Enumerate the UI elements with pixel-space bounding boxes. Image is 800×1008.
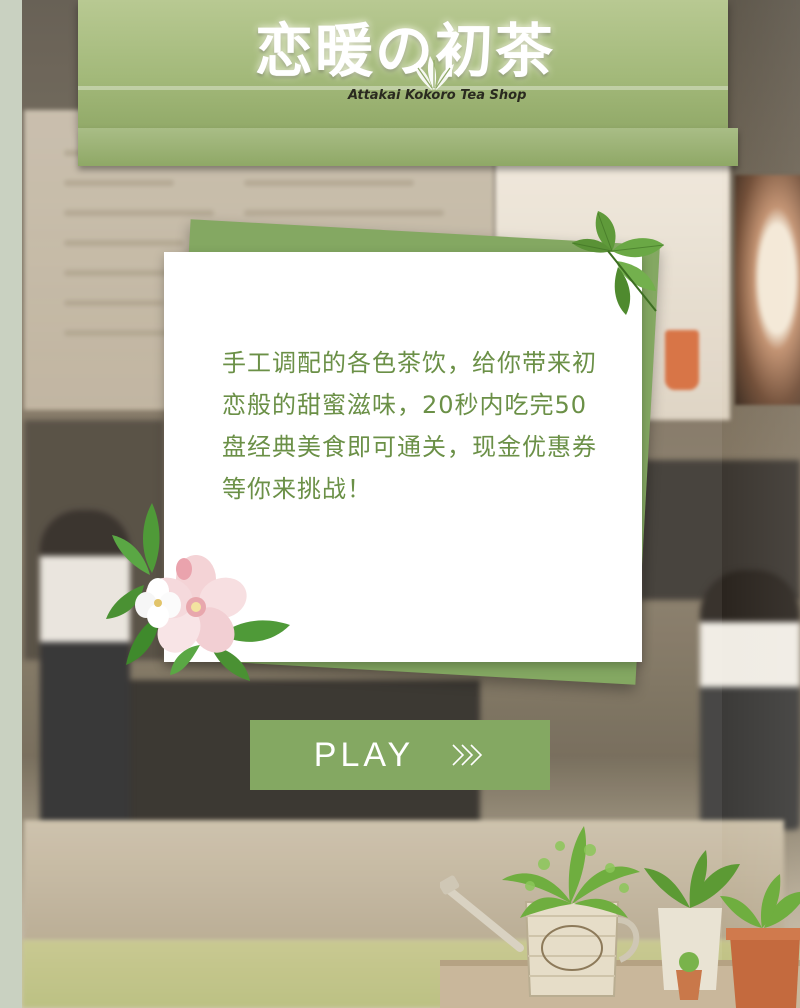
window-frame-left (0, 0, 22, 1008)
shop-title: 恋暖の初茶 (254, 17, 555, 85)
shop-sign: 恋暖の初茶 Attakai Kokoro Tea Shop (78, 0, 738, 166)
play-button-label: PLAY (313, 735, 415, 774)
shop-subtitle: Attakai Kokoro Tea Shop (348, 88, 527, 103)
sign-ledge (78, 128, 738, 166)
mint-leaves-icon (571, 211, 665, 315)
play-button[interactable]: PLAY (250, 720, 550, 790)
triple-chevron-right-icon (452, 744, 483, 766)
intro-text: 手工调配的各色茶饮，给你带来初恋般的甜蜜滋味，20秒内吃完50盘经典美食即可通关… (222, 349, 597, 503)
potted-plants-decoration (440, 826, 800, 1008)
apple-blossom-icon (106, 503, 290, 681)
tea-leaf-icon (414, 56, 454, 90)
